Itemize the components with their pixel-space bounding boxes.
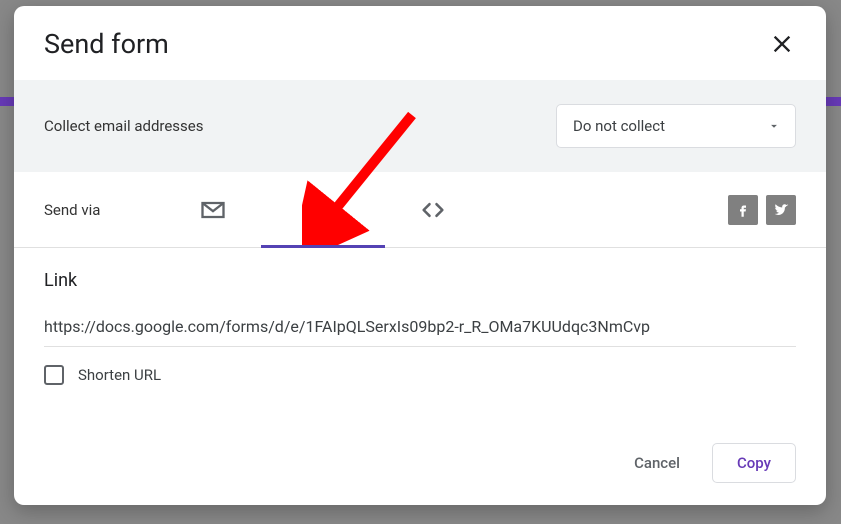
code-icon (419, 196, 447, 224)
cancel-button[interactable]: Cancel (624, 446, 690, 480)
dialog-header: Send form (14, 6, 826, 80)
dialog-footer: Cancel Copy (14, 429, 826, 505)
tab-email[interactable] (158, 172, 268, 248)
collect-email-select-value: Do not collect (573, 117, 665, 135)
send-via-label: Send via (44, 201, 100, 219)
copy-button[interactable]: Copy (712, 443, 796, 483)
link-url-input[interactable] (44, 313, 796, 347)
dialog-title: Send form (44, 28, 169, 60)
send-form-dialog: Send form Collect email addresses Do not… (14, 6, 826, 505)
close-icon (768, 30, 796, 58)
shorten-url-checkbox[interactable] (44, 365, 64, 385)
shorten-url-row: Shorten URL (44, 365, 796, 385)
collect-email-label: Collect email addresses (44, 117, 204, 135)
link-panel: Link Shorten URL (14, 248, 826, 429)
twitter-icon (772, 201, 790, 219)
close-button[interactable] (768, 30, 796, 58)
mail-icon (199, 196, 227, 224)
shorten-url-label: Shorten URL (78, 366, 161, 384)
link-icon (309, 196, 337, 224)
share-twitter-button[interactable] (766, 195, 796, 225)
facebook-icon (734, 201, 752, 219)
chevron-down-icon (767, 119, 781, 133)
tab-link[interactable] (268, 172, 378, 248)
collect-email-select[interactable]: Do not collect (556, 104, 796, 148)
share-facebook-button[interactable] (728, 195, 758, 225)
tab-embed[interactable] (378, 172, 488, 248)
collect-email-row: Collect email addresses Do not collect (14, 80, 826, 172)
send-via-row: Send via (14, 172, 826, 248)
link-section-heading: Link (44, 270, 796, 291)
